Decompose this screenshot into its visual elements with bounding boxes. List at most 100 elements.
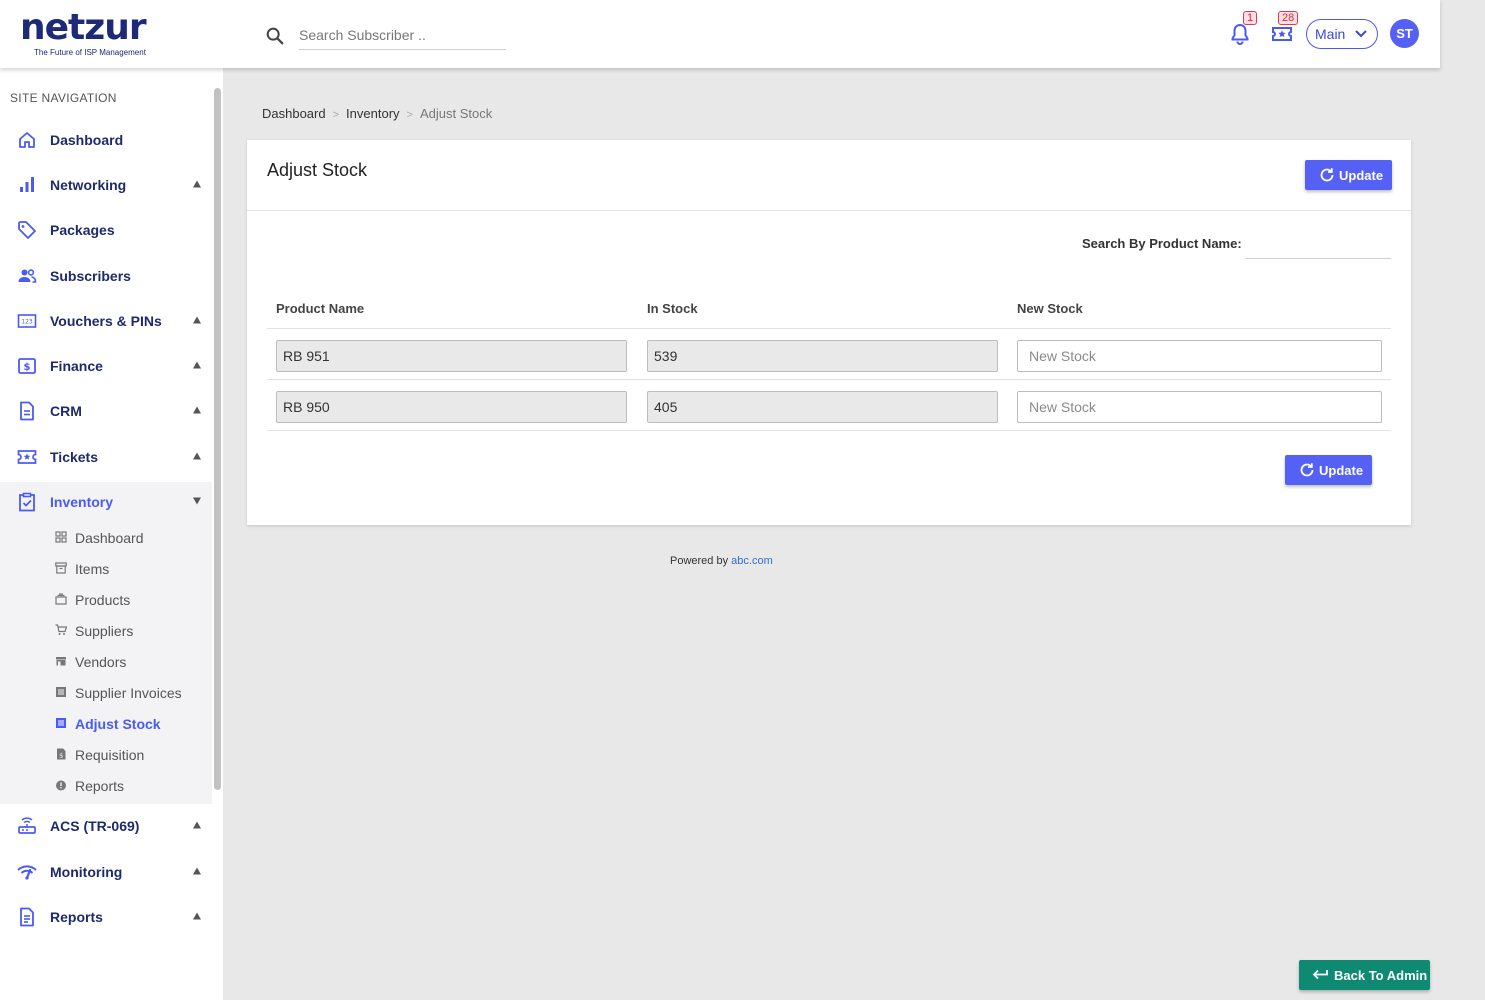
wifi-signal-icon bbox=[17, 865, 37, 880]
update-button-label: Update bbox=[1319, 462, 1364, 478]
sub-item-label: Reports bbox=[75, 778, 125, 794]
card-divider bbox=[247, 210, 1411, 211]
sub-item-label: Requisition bbox=[75, 747, 145, 763]
clipboard-check-icon bbox=[19, 492, 35, 512]
sidebar-item-label: Packages bbox=[50, 222, 115, 238]
refresh-icon bbox=[1300, 463, 1314, 477]
sidebar-item-tickets[interactable]: Tickets bbox=[0, 437, 212, 477]
back-to-admin-label: Back To Admin bbox=[1334, 967, 1428, 983]
sidebar-item-label: Dashboard bbox=[50, 132, 124, 148]
search-icon bbox=[266, 27, 284, 45]
inventory-sub-items[interactable]: Items bbox=[0, 555, 212, 583]
inventory-sub-requisition[interactable]: $ Requisition bbox=[0, 741, 212, 769]
document-icon bbox=[20, 401, 34, 421]
sidebar-item-vouchers[interactable]: 123 Vouchers & PINs bbox=[0, 301, 212, 341]
report-icon bbox=[20, 907, 34, 927]
in-stock-field bbox=[647, 340, 998, 372]
sidebar-item-label: Tickets bbox=[50, 449, 98, 465]
bell-icon[interactable] bbox=[1228, 22, 1252, 46]
dollar-card-icon: $ bbox=[18, 358, 36, 374]
caret-up-icon bbox=[193, 361, 201, 369]
back-to-admin-button[interactable]: Back To Admin bbox=[1299, 960, 1430, 990]
table-header-divider bbox=[267, 328, 1391, 329]
inventory-sub-dashboard[interactable]: Dashboard bbox=[0, 524, 212, 552]
caret-up-icon bbox=[193, 867, 201, 875]
brand-logo[interactable]: netzur The Future of ISP Management bbox=[20, 10, 160, 60]
ticket-icon[interactable] bbox=[1270, 22, 1294, 46]
home-icon bbox=[19, 132, 35, 148]
sidebar-item-label: ACS (TR-069) bbox=[50, 818, 140, 834]
cart-icon bbox=[55, 624, 67, 635]
sidebar-scrollbar[interactable] bbox=[214, 88, 221, 790]
sidebar-item-reports[interactable]: Reports bbox=[0, 897, 212, 937]
sidebar-item-label: CRM bbox=[50, 403, 82, 419]
sub-item-label: Vendors bbox=[75, 654, 127, 670]
column-header-product-name: Product Name bbox=[276, 301, 365, 316]
sidebar-item-inventory[interactable]: Inventory bbox=[0, 482, 212, 522]
adjust-stock-card: Adjust Stock Update Search By Product Na… bbox=[247, 140, 1411, 525]
nav-heading: SITE NAVIGATION bbox=[10, 91, 117, 105]
router-icon bbox=[18, 817, 36, 834]
breadcrumb-separator: > bbox=[332, 109, 340, 121]
update-button-label: Update bbox=[1339, 167, 1384, 183]
caret-up-icon bbox=[193, 452, 201, 460]
powered-by-link[interactable]: abc.com bbox=[731, 555, 773, 567]
inventory-sub-products[interactable]: Products bbox=[0, 586, 212, 614]
context-select[interactable]: Main bbox=[1306, 19, 1378, 49]
powered-by: Powered by abc.com bbox=[670, 555, 773, 567]
sidebar-item-label: Subscribers bbox=[50, 268, 131, 284]
sub-item-label: Suppliers bbox=[75, 623, 134, 639]
breadcrumb-separator: > bbox=[406, 109, 413, 121]
archive-icon bbox=[55, 562, 67, 574]
tag-icon bbox=[18, 221, 36, 239]
sidebar-item-label: Networking bbox=[50, 177, 127, 193]
inventory-sub-adjust-stock[interactable]: Adjust Stock bbox=[0, 710, 212, 738]
inventory-sub-reports[interactable]: Reports bbox=[0, 772, 212, 800]
inventory-sub-vendors[interactable]: Vendors bbox=[0, 648, 212, 676]
ticket-icon bbox=[17, 450, 37, 464]
product-name-filter-input[interactable] bbox=[1245, 232, 1391, 259]
arrow-left-icon bbox=[1312, 969, 1328, 980]
page-title: Adjust Stock bbox=[267, 160, 368, 180]
list-icon bbox=[56, 687, 66, 697]
column-header-in-stock: In Stock bbox=[647, 301, 698, 316]
caret-up-icon bbox=[193, 316, 201, 324]
chevron-down-icon bbox=[1355, 30, 1367, 38]
table-row-divider bbox=[267, 379, 1391, 380]
sidebar-item-label: Finance bbox=[50, 358, 103, 374]
sub-item-label: Adjust Stock bbox=[75, 716, 161, 732]
sidebar-item-dashboard[interactable]: Dashboard bbox=[0, 120, 212, 160]
caret-up-icon bbox=[193, 180, 201, 188]
sidebar-item-crm[interactable]: CRM bbox=[0, 391, 212, 431]
sidebar-item-networking[interactable]: Networking bbox=[0, 165, 212, 205]
search-input[interactable] bbox=[299, 20, 506, 50]
breadcrumb-inventory[interactable]: Inventory bbox=[346, 106, 399, 121]
sidebar-item-subscribers[interactable]: Subscribers bbox=[0, 256, 212, 296]
sidebar-item-label: Inventory bbox=[50, 494, 114, 510]
update-button-top[interactable]: Update bbox=[1305, 160, 1392, 190]
sidebar-item-acs[interactable]: ACS (TR-069) bbox=[0, 806, 212, 846]
caret-up-icon bbox=[193, 821, 201, 829]
avatar[interactable]: ST bbox=[1390, 19, 1419, 48]
new-stock-input[interactable] bbox=[1017, 391, 1382, 423]
update-button-bottom[interactable]: Update bbox=[1285, 455, 1372, 485]
users-icon bbox=[18, 269, 37, 283]
inventory-sub-suppliers[interactable]: Suppliers bbox=[0, 617, 212, 645]
column-header-new-stock: New Stock bbox=[1017, 301, 1083, 316]
sidebar-item-label: Vouchers & PINs bbox=[50, 313, 162, 329]
brand-name: netzur bbox=[20, 7, 147, 48]
sidebar-item-label: Reports bbox=[50, 909, 103, 925]
list-icon bbox=[56, 718, 66, 728]
file-dollar-icon: $ bbox=[57, 748, 66, 760]
caret-up-icon bbox=[193, 406, 201, 414]
sidebar-item-packages[interactable]: Packages bbox=[0, 210, 212, 250]
table-row-divider bbox=[267, 430, 1391, 431]
new-stock-input[interactable] bbox=[1017, 340, 1382, 372]
sub-item-label: Supplier Invoices bbox=[75, 685, 182, 701]
inventory-sub-supplier-invoices[interactable]: Supplier Invoices bbox=[0, 679, 212, 707]
notification-badge: 1 bbox=[1243, 11, 1258, 25]
breadcrumb-dashboard[interactable]: Dashboard bbox=[262, 106, 326, 121]
sidebar-item-finance[interactable]: $ Finance bbox=[0, 346, 212, 386]
breadcrumb: Dashboard > Inventory > Adjust Stock bbox=[262, 106, 492, 121]
sidebar-item-monitoring[interactable]: Monitoring bbox=[0, 852, 212, 892]
